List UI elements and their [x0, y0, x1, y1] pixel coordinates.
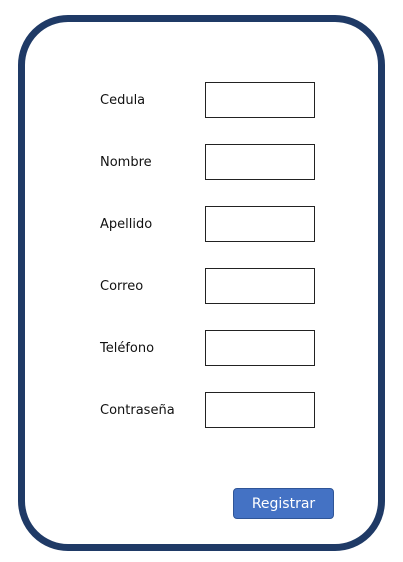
apellido-row: Apellido	[25, 206, 378, 244]
telefono-label: Teléfono	[100, 341, 155, 356]
correo-label: Correo	[100, 279, 144, 294]
cedula-input[interactable]	[205, 82, 315, 118]
registrar-button[interactable]: Registrar	[233, 488, 334, 519]
apellido-label: Apellido	[100, 217, 153, 232]
nombre-row: Nombre	[25, 144, 378, 182]
telefono-input[interactable]	[205, 330, 315, 366]
apellido-input[interactable]	[205, 206, 315, 242]
correo-input[interactable]	[205, 268, 315, 304]
correo-row: Correo	[25, 268, 378, 306]
telefono-row: Teléfono	[25, 330, 378, 368]
nombre-input[interactable]	[205, 144, 315, 180]
registration-form-frame: Cedula Nombre Apellido Correo Teléfono C…	[18, 15, 385, 551]
cedula-row: Cedula	[25, 82, 378, 120]
contrasena-input[interactable]	[205, 392, 315, 428]
contrasena-row: Contraseña	[25, 392, 378, 430]
nombre-label: Nombre	[100, 155, 152, 170]
cedula-label: Cedula	[100, 93, 146, 108]
contrasena-label: Contraseña	[100, 403, 175, 418]
